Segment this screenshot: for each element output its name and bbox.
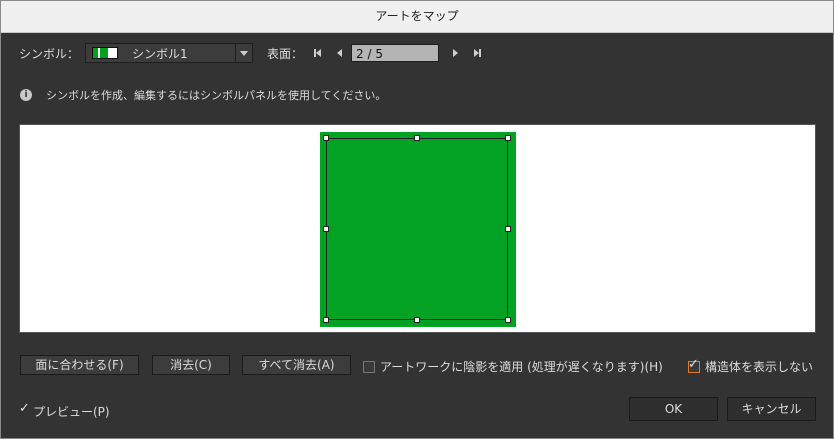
first-surface-button[interactable] [309, 43, 325, 63]
skip-first-icon [313, 49, 321, 57]
symbol-row: シンボル： シンボル1 表面： 2 / 5 [19, 42, 485, 64]
checkmark-icon: ✓ [688, 356, 699, 372]
clear-button[interactable]: 消去(C) [152, 355, 230, 375]
symbol-label: シンボル： [19, 46, 80, 61]
cancel-button[interactable]: キャンセル [727, 397, 816, 421]
info-message: シンボルを作成、編集するにはシンボルパネルを使用してください。 [46, 89, 387, 102]
invisible-geometry-checkbox[interactable]: ✓ 構造体を表示しない [688, 356, 814, 375]
handle-bottom-center[interactable] [414, 317, 420, 323]
fit-to-face-button[interactable]: 面に合わせる(F) [20, 355, 139, 375]
surface-label: 表面： [267, 46, 304, 61]
clear-all-button[interactable]: すべて消去(A) [242, 355, 351, 375]
invisible-geometry-checkbox-box[interactable]: ✓ [688, 356, 700, 373]
symbol-preview-area[interactable] [19, 124, 816, 333]
arrow-left-icon [336, 49, 342, 57]
symbol-selected-value: シンボル1 [132, 46, 188, 61]
info-icon: i [20, 89, 32, 101]
next-surface-button[interactable] [447, 43, 463, 63]
handle-top-center[interactable] [414, 135, 420, 141]
info-row: i シンボルを作成、編集するにはシンボルパネルを使用してください。 [20, 87, 386, 103]
preview-checkbox[interactable]: ✓ プレビュー(P) [19, 401, 110, 420]
shade-artwork-checkbox-box[interactable] [363, 360, 375, 373]
skip-last-icon [473, 49, 481, 57]
previous-surface-button[interactable] [331, 43, 347, 63]
chevron-down-icon[interactable] [235, 44, 252, 62]
invisible-geometry-label: 構造体を表示しない [705, 360, 814, 374]
preview-checkbox-box[interactable]: ✓ [19, 401, 32, 418]
handle-top-right[interactable] [505, 135, 511, 141]
arrow-right-icon [452, 49, 458, 57]
surface-number-field[interactable]: 2 / 5 [351, 44, 440, 62]
checkmark-icon: ✓ [19, 400, 30, 416]
ok-button[interactable]: OK [629, 397, 718, 421]
shade-artwork-checkbox[interactable]: アートワークに陰影を適用 (処理が遅くなります)(H) [363, 358, 663, 375]
art-bounding-box[interactable] [323, 135, 511, 323]
preview-label: プレビュー(P) [33, 405, 110, 419]
handle-middle-right[interactable] [505, 226, 511, 232]
dialog-title: アートをマップ [1, 1, 833, 33]
shade-artwork-label: アートワークに陰影を適用 (処理が遅くなります)(H) [380, 360, 663, 374]
handle-bottom-right[interactable] [505, 317, 511, 323]
handle-top-left[interactable] [323, 135, 329, 141]
last-surface-button[interactable] [469, 43, 485, 63]
symbol-swatch-icon [92, 47, 119, 59]
handle-bottom-left[interactable] [323, 317, 329, 323]
map-art-dialog: アートをマップ シンボル： シンボル1 表面： 2 / 5 i シンボルを作成、… [0, 0, 834, 439]
symbol-dropdown[interactable]: シンボル1 [85, 43, 254, 63]
handle-middle-left[interactable] [323, 226, 329, 232]
